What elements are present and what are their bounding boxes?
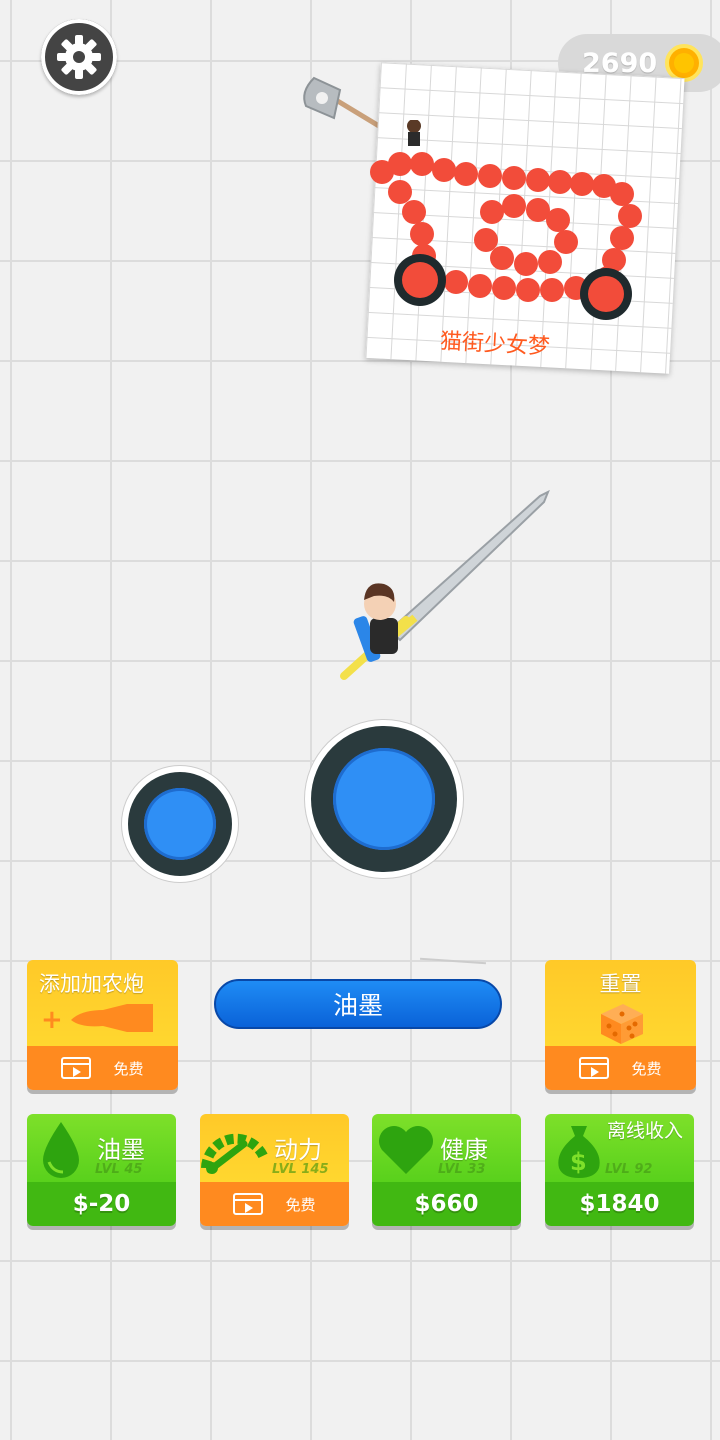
- reset-free-label: 免费: [631, 1059, 662, 1078]
- large-wheel: [311, 726, 457, 872]
- reset-button[interactable]: 重置 免费: [545, 960, 696, 1090]
- power-action: 免费: [200, 1182, 349, 1226]
- ink-drop-icon: [43, 1122, 79, 1178]
- upgrade-health[interactable]: 健康 LVL 33 $660: [372, 1114, 521, 1226]
- ink-button[interactable]: 油墨: [214, 979, 502, 1029]
- ink-price: $-20: [72, 1191, 131, 1217]
- health-price: $660: [414, 1191, 479, 1217]
- sword-rider: [340, 489, 550, 680]
- power-level: LVL 145: [272, 1162, 329, 1177]
- add-cannon-button[interactable]: 添加加农炮 + 免费: [27, 960, 178, 1090]
- ink-label: 油墨: [97, 1136, 145, 1164]
- speedometer-icon: [201, 1133, 269, 1174]
- upgrade-power[interactable]: 动力 LVL 145 免费: [200, 1114, 349, 1226]
- health-label: 健康: [440, 1136, 488, 1164]
- svg-text:+: +: [41, 1005, 63, 1035]
- money-bag-icon: $: [558, 1126, 600, 1178]
- ink-level: LVL 45: [95, 1162, 143, 1177]
- add-cannon-action: 免费: [27, 1046, 178, 1090]
- small-wheel: [128, 772, 232, 876]
- add-cannon-free-label: 免费: [113, 1059, 144, 1078]
- power-label: 动力: [274, 1136, 322, 1164]
- reset-action: 免费: [545, 1046, 696, 1090]
- power-free-label: 免费: [285, 1195, 316, 1214]
- add-cannon-label: 添加加农炮: [39, 972, 144, 996]
- video-ad-icon: [233, 1193, 264, 1215]
- small-wheel-hub: [144, 788, 216, 860]
- drawn-line: [420, 957, 486, 965]
- health-level: LVL 33: [438, 1162, 486, 1177]
- svg-text:$: $: [570, 1148, 587, 1176]
- heart-icon: [379, 1126, 433, 1174]
- gear-icon: [57, 35, 101, 79]
- reset-label: 重置: [599, 972, 642, 996]
- offline-income-label: 离线收入: [607, 1120, 684, 1142]
- cannon-icon: +: [41, 1004, 153, 1035]
- large-wheel-hub: [333, 748, 435, 850]
- settings-button[interactable]: [41, 19, 117, 95]
- offline-income-price: $1840: [579, 1191, 660, 1217]
- upgrade-ink[interactable]: 油墨 LVL 45 $-20: [27, 1114, 176, 1226]
- drawing-caption: 猫街少女梦: [439, 329, 551, 360]
- offline-income-level: LVL 92: [605, 1162, 653, 1177]
- bead-vehicle: [370, 120, 642, 320]
- video-ad-icon: [579, 1057, 610, 1079]
- video-ad-icon: [61, 1057, 92, 1079]
- coin-icon: [665, 44, 704, 82]
- dice-icon: [600, 1004, 643, 1044]
- upgrade-offline-income[interactable]: $ 离线收入 LVL 92 $1840: [545, 1114, 694, 1226]
